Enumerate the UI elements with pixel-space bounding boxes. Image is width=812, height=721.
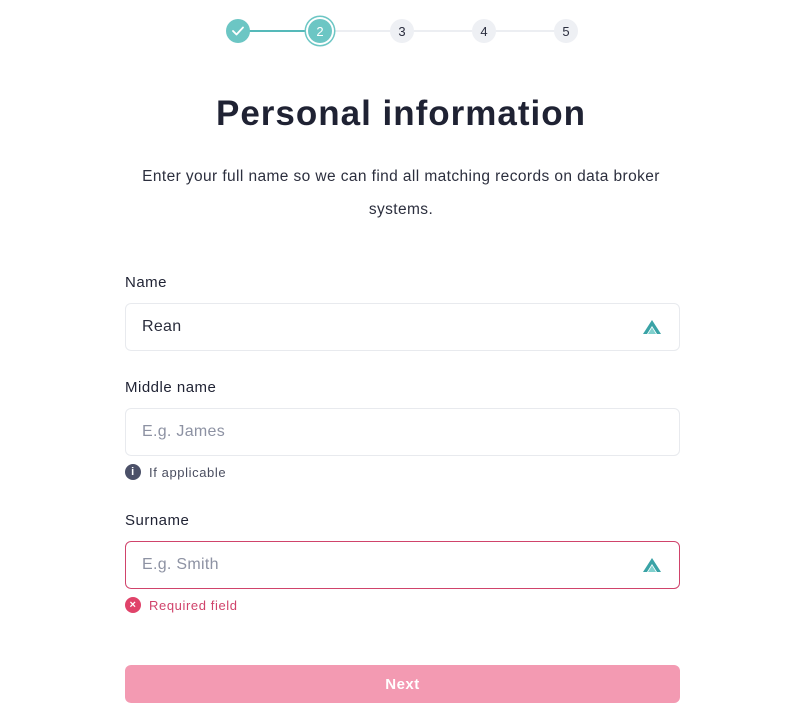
step-3[interactable]: 3 bbox=[390, 19, 414, 43]
name-field[interactable] bbox=[125, 303, 680, 351]
error-x-icon: × bbox=[125, 597, 141, 613]
surname-label: Surname bbox=[125, 512, 190, 529]
step-connector-4 bbox=[494, 30, 556, 32]
middle-name-label: Middle name bbox=[125, 379, 217, 396]
surname-field[interactable] bbox=[125, 541, 680, 589]
step-1-completed[interactable] bbox=[226, 19, 250, 43]
error-text: Required field bbox=[149, 597, 238, 613]
step-number: 5 bbox=[562, 23, 570, 39]
hint-text: If applicable bbox=[149, 464, 227, 480]
step-2-current[interactable]: 2 bbox=[308, 19, 332, 43]
step-connector-2 bbox=[330, 30, 390, 32]
name-input[interactable] bbox=[142, 318, 641, 336]
progress-stepper: 2 3 4 5 bbox=[224, 17, 580, 47]
page-subtitle: Enter your full name so we can find all … bbox=[142, 168, 660, 218]
middle-name-input[interactable] bbox=[142, 423, 663, 441]
name-label: Name bbox=[125, 274, 168, 291]
middle-name-field[interactable] bbox=[125, 408, 680, 456]
step-5[interactable]: 5 bbox=[554, 19, 578, 43]
step-connector-3 bbox=[412, 30, 472, 32]
step-number: 2 bbox=[316, 23, 324, 39]
middle-name-hint: i If applicable bbox=[125, 464, 226, 480]
info-icon: i bbox=[125, 464, 141, 480]
step-number: 3 bbox=[398, 23, 406, 39]
nordpass-logo-icon[interactable] bbox=[641, 317, 663, 337]
surname-error: × Required field bbox=[125, 597, 238, 613]
check-icon bbox=[232, 26, 244, 36]
page-title: Personal information bbox=[215, 94, 587, 133]
surname-input[interactable] bbox=[142, 556, 641, 574]
nordpass-logo-icon[interactable] bbox=[641, 555, 663, 575]
step-number: 4 bbox=[480, 23, 488, 39]
next-button[interactable]: Next bbox=[125, 665, 680, 703]
step-4[interactable]: 4 bbox=[472, 19, 496, 43]
